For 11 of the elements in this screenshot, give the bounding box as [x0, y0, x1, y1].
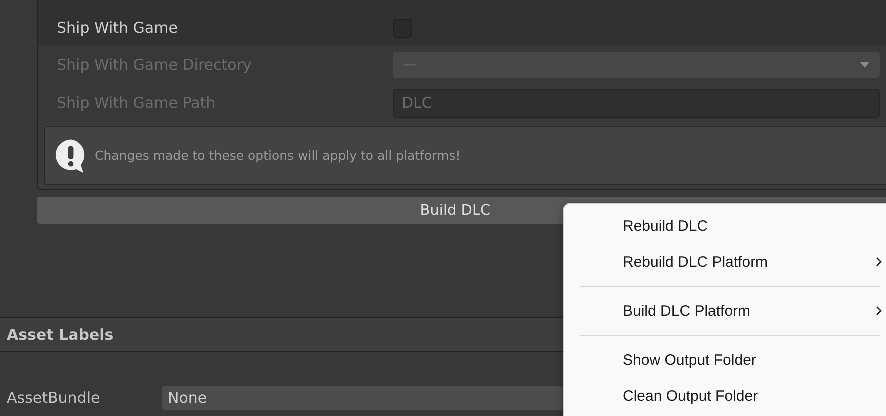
menu-item[interactable]: Rebuild DLC Platform [564, 244, 886, 280]
menu-item[interactable]: Build DLC Platform [564, 293, 886, 329]
dropdown-field: — [393, 52, 880, 78]
chevron-right-icon [876, 257, 882, 267]
info-message: Changes made to these options will apply to all platforms! [95, 148, 461, 163]
field-label: AssetBundle [7, 389, 102, 407]
caret-icon [860, 62, 870, 68]
chevron-right-icon [876, 306, 882, 316]
field-label: Ship With Game [57, 19, 179, 37]
section-title: Asset Labels [7, 326, 114, 344]
menu-item[interactable]: Show Output Folder [564, 342, 886, 378]
